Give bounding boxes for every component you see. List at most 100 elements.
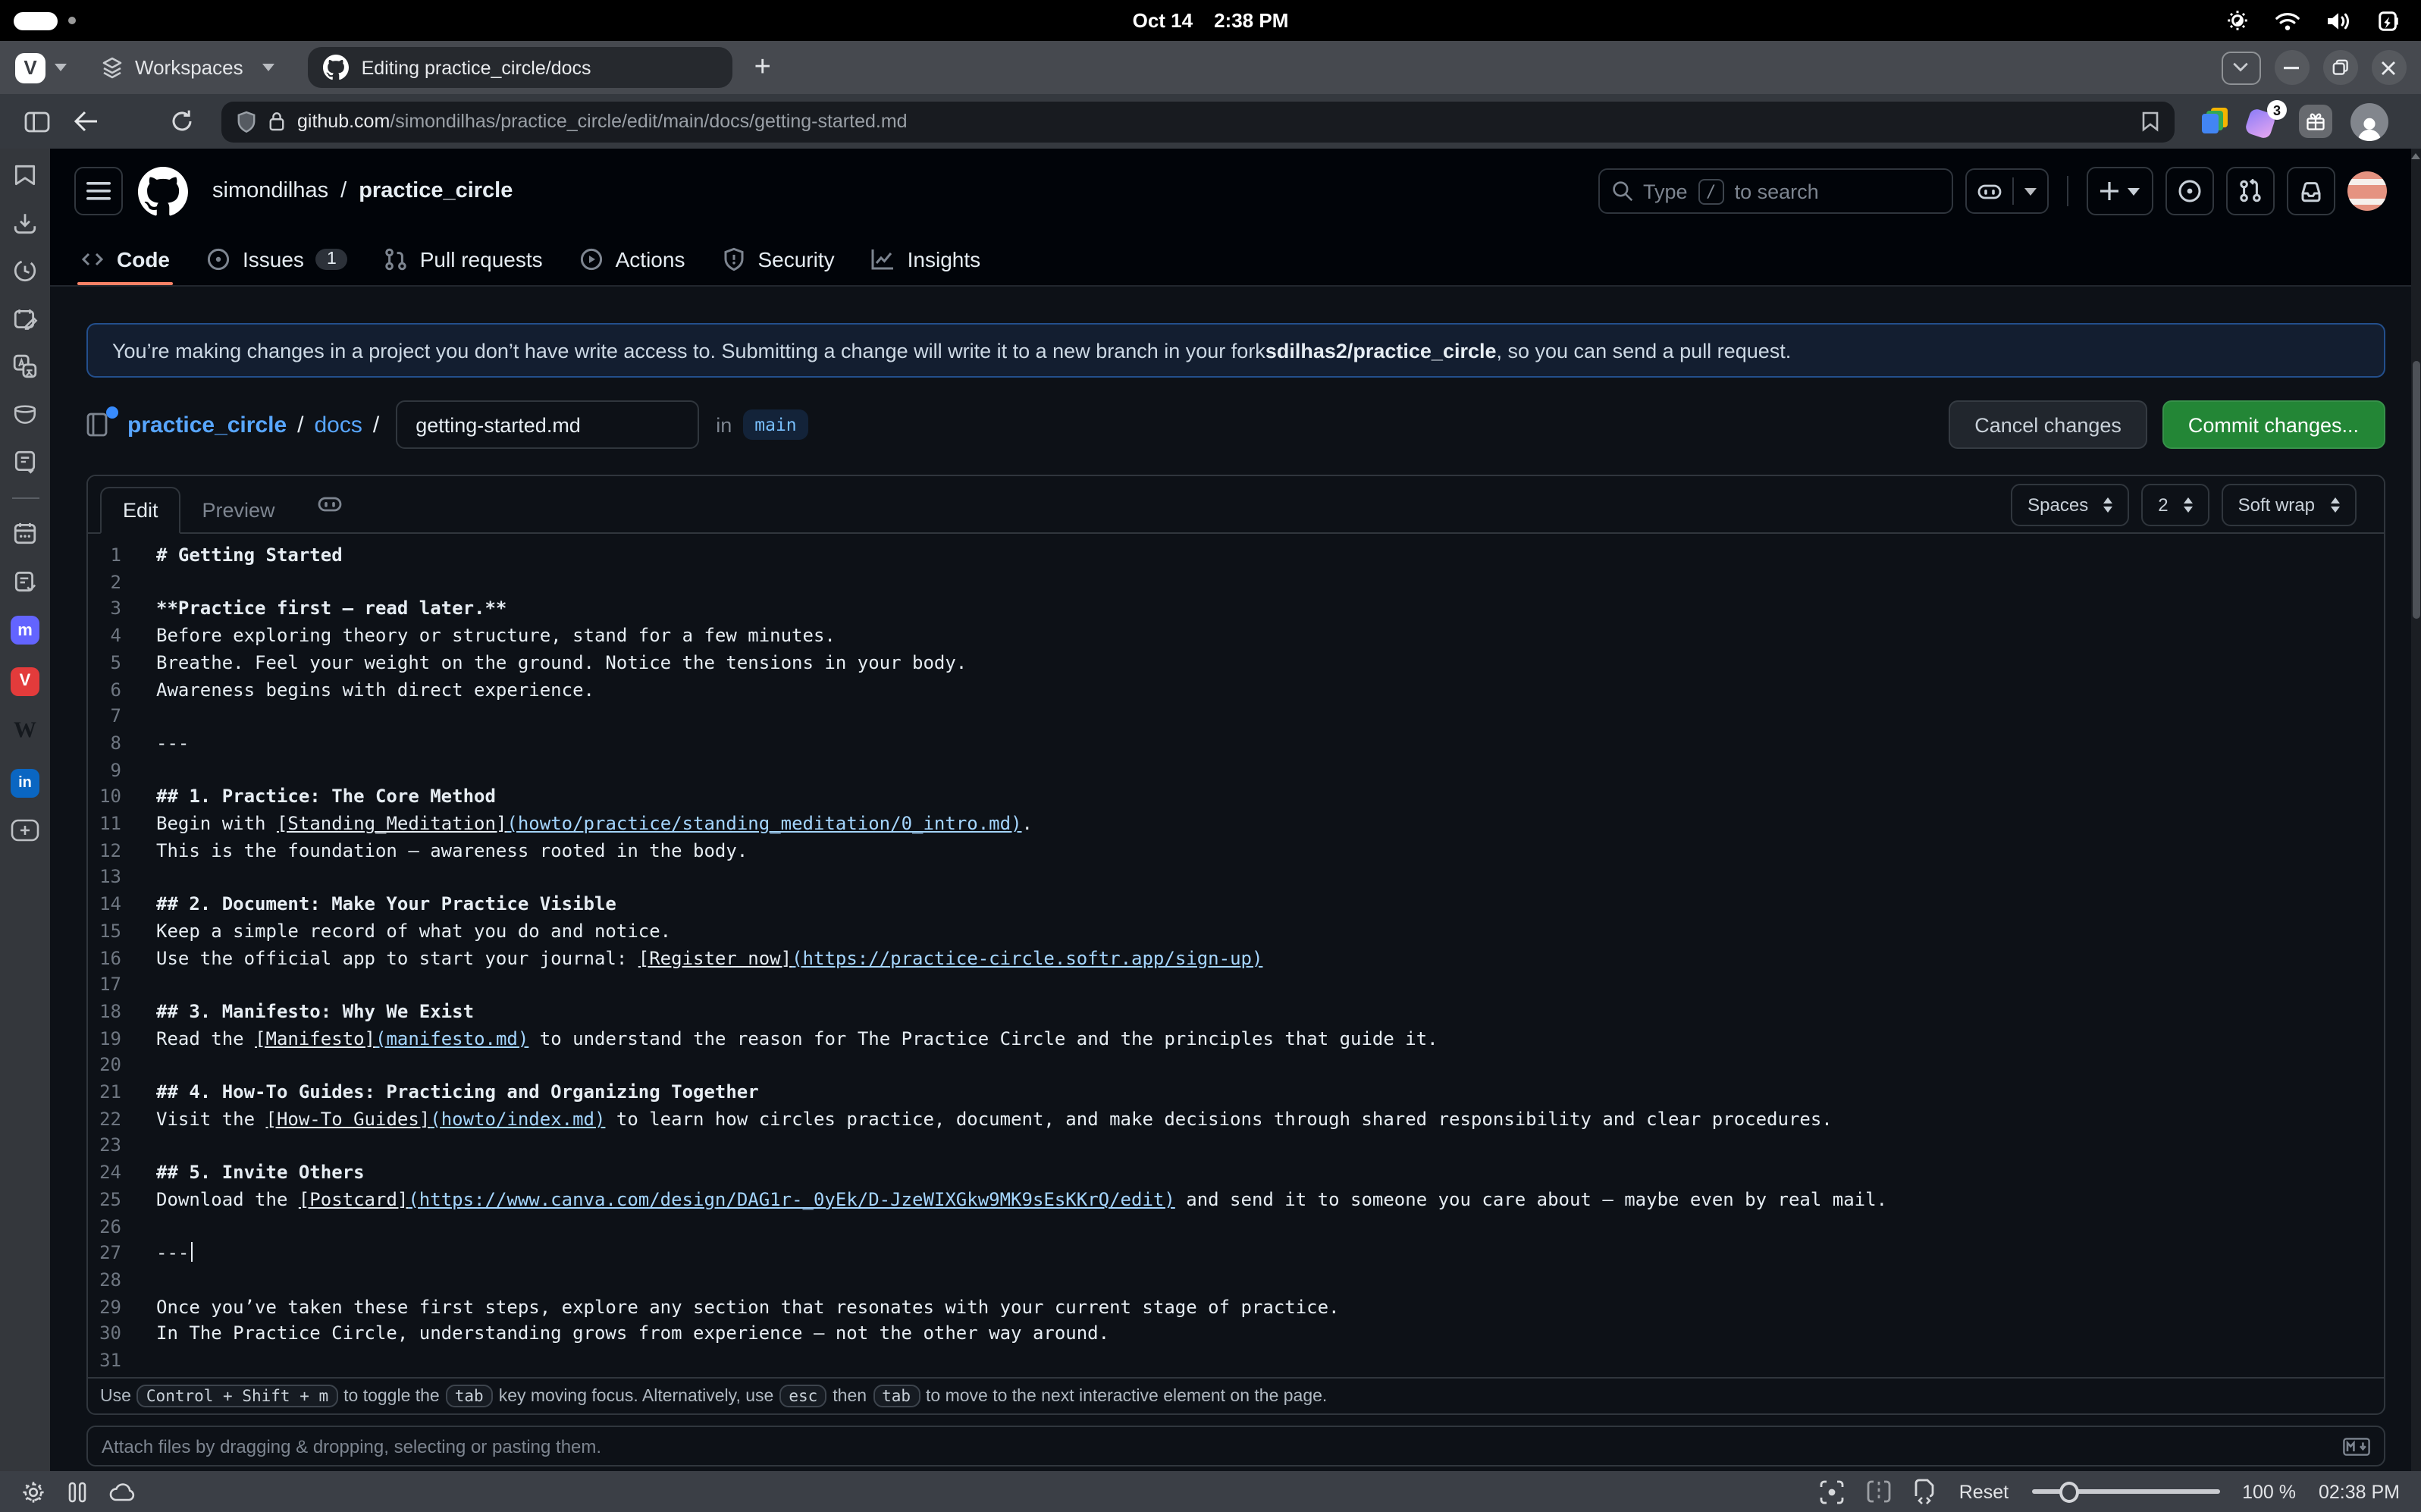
browser-tab-active[interactable]: Editing practice_circle/docs (309, 47, 733, 88)
add-panel-icon[interactable] (11, 819, 39, 842)
bookmark-flag-icon[interactable] (2141, 111, 2159, 132)
breadcrumb-dir-link[interactable]: docs (315, 412, 362, 438)
window-maximize-button[interactable] (2322, 50, 2357, 85)
issues-button[interactable] (2165, 167, 2213, 215)
pause-panels-icon[interactable] (68, 1481, 86, 1502)
code-editor-area[interactable]: 1# Getting Started23**Practice first — r… (88, 534, 2383, 1377)
lock-icon[interactable] (268, 111, 285, 132)
code-line[interactable]: 11Begin with [Standing_Meditation](howto… (88, 811, 2383, 838)
code-line[interactable]: 13 (88, 865, 2383, 892)
indent-size-select[interactable]: 2 (2141, 483, 2209, 525)
code-line[interactable]: 15Keep a simple record of what you do an… (88, 919, 2383, 946)
extension-with-badge[interactable]: 3 (2247, 105, 2281, 138)
settings-gear-icon[interactable] (21, 1479, 45, 1504)
gift-extension-icon[interactable] (2299, 105, 2332, 138)
code-line[interactable]: 5Breathe. Feel your weight on the ground… (88, 651, 2383, 677)
mastodon-icon[interactable]: m (11, 616, 39, 645)
filename-input[interactable] (396, 400, 699, 449)
capture-page-icon[interactable] (1820, 1479, 1844, 1504)
repo-tab-pull-requests[interactable]: Pull requests (372, 234, 555, 285)
panel-toggle-button[interactable] (15, 102, 58, 141)
code-line[interactable]: 29Once you’ve taken these first steps, e… (88, 1294, 2383, 1321)
code-line[interactable]: 28 (88, 1268, 2383, 1294)
code-line[interactable]: 1# Getting Started (88, 543, 2383, 569)
code-line[interactable]: 4Before exploring theory or structure, s… (88, 623, 2383, 650)
system-clock[interactable]: Oct 14 2:38 PM (0, 9, 2421, 32)
code-line[interactable]: 21## 4. How-To Guides: Practicing and Or… (88, 1080, 2383, 1106)
inbox-button[interactable] (2286, 167, 2335, 215)
code-line[interactable]: 18## 3. Manifesto: Why We Exist (88, 999, 2383, 1026)
page-scrollbar[interactable] (2410, 149, 2421, 1471)
reading-list-icon[interactable] (12, 449, 38, 475)
code-line[interactable]: 8--- (88, 731, 2383, 758)
code-line[interactable]: 16Use the official app to start your jou… (88, 946, 2383, 972)
translate-icon[interactable] (12, 353, 38, 379)
code-line[interactable]: 10## 1. Practice: The Core Method (88, 785, 2383, 811)
breadcrumb-repo-link[interactable]: practice_circle (127, 412, 287, 438)
editor-tab-edit[interactable]: Edit (100, 487, 181, 534)
code-line[interactable]: 12This is the foundation — awareness roo… (88, 838, 2383, 864)
code-line[interactable]: 23 (88, 1134, 2383, 1160)
code-line[interactable]: 27--- (88, 1241, 2383, 1268)
window-minimize-button[interactable] (2274, 50, 2309, 85)
code-line[interactable]: 24## 5. Invite Others (88, 1160, 2383, 1187)
downloads-icon[interactable] (12, 210, 38, 236)
cancel-changes-button[interactable]: Cancel changes (1949, 400, 2147, 449)
global-nav-menu-button[interactable] (74, 167, 123, 215)
scrollbar-thumb[interactable] (2412, 361, 2419, 619)
docs-extension-icon[interactable] (2202, 108, 2229, 135)
calendar-icon[interactable] (12, 520, 38, 546)
forward-button[interactable] (112, 102, 155, 141)
zoom-slider[interactable] (2031, 1481, 2219, 1502)
repo-tab-issues[interactable]: Issues1 (194, 234, 359, 285)
vivaldi-icon[interactable]: V (11, 667, 39, 695)
back-button[interactable] (64, 102, 106, 141)
workspaces-button[interactable]: Workspaces (100, 55, 275, 80)
wikipedia-icon[interactable]: W (11, 717, 39, 746)
tiling-icon[interactable] (1867, 1480, 1891, 1503)
search-input[interactable]: Type / to search (1598, 168, 1952, 214)
code-line[interactable]: 19Read the [Manifesto](manifesto.md) to … (88, 1026, 2383, 1052)
repo-link[interactable]: practice_circle (359, 179, 513, 203)
code-line[interactable]: 30In The Practice Circle, understanding … (88, 1322, 2383, 1348)
editor-tab-preview[interactable]: Preview (181, 487, 296, 534)
pull-requests-button[interactable] (2225, 167, 2274, 215)
zoom-slider-thumb[interactable] (2059, 1481, 2078, 1502)
code-line[interactable]: 3**Practice first — read later.** (88, 597, 2383, 623)
github-avatar[interactable] (2347, 171, 2386, 211)
copilot-icon[interactable] (318, 493, 343, 516)
notes-icon[interactable] (12, 306, 38, 331)
code-line[interactable]: 25Download the [Postcard](https://www.ca… (88, 1187, 2383, 1214)
tasks-icon[interactable] (12, 568, 38, 594)
shield-icon[interactable] (237, 110, 256, 133)
wrap-mode-select[interactable]: Soft wrap (2222, 483, 2356, 525)
repo-tab-code[interactable]: Code (68, 234, 182, 285)
windows-icon[interactable] (12, 401, 38, 427)
reload-button[interactable] (161, 102, 203, 141)
repo-tab-insights[interactable]: Insights (859, 234, 993, 285)
code-line[interactable]: 22Visit the [How-To Guides](howto/index.… (88, 1107, 2383, 1134)
copilot-button[interactable] (1965, 168, 2048, 214)
repo-tab-actions[interactable]: Actions (567, 234, 698, 285)
commit-changes-button[interactable]: Commit changes... (2162, 400, 2385, 449)
scroll-up-arrow[interactable] (2411, 153, 2420, 159)
repo-tab-security[interactable]: Security (709, 234, 846, 285)
code-line[interactable]: 7 (88, 704, 2383, 730)
code-line[interactable]: 2 (88, 569, 2383, 596)
synced-tabs-button[interactable] (2221, 51, 2260, 84)
code-line[interactable]: 26 (88, 1214, 2383, 1241)
browser-profile-avatar[interactable] (2350, 102, 2388, 140)
page-source-icon[interactable] (1914, 1479, 1936, 1504)
attach-files-zone[interactable]: Attach files by dragging & dropping, sel… (86, 1426, 2385, 1467)
code-line[interactable]: 9 (88, 758, 2383, 784)
github-logo-icon[interactable] (138, 166, 188, 216)
vivaldi-menu-button[interactable]: V (15, 52, 67, 83)
window-close-button[interactable] (2371, 50, 2406, 85)
history-icon[interactable] (12, 258, 38, 284)
indent-mode-select[interactable]: Spaces (2011, 483, 2129, 525)
zoom-reset-label[interactable]: Reset (1959, 1481, 2009, 1502)
sync-cloud-icon[interactable] (109, 1482, 136, 1501)
url-field[interactable]: github.com/simondilhas/practice_circle/e… (221, 101, 2175, 142)
linkedin-icon[interactable]: in (11, 768, 39, 797)
code-line[interactable]: 14## 2. Document: Make Your Practice Vis… (88, 892, 2383, 918)
